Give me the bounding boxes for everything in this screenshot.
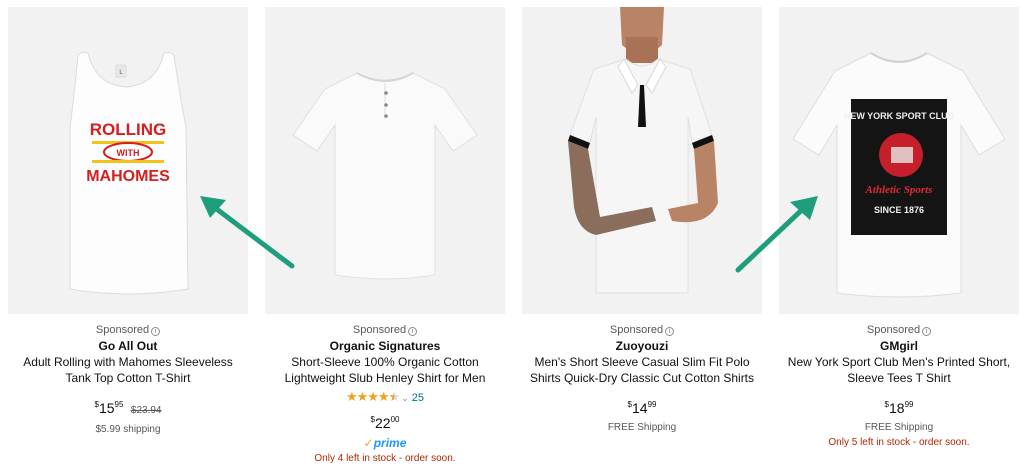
brand-name[interactable]: Go All Out — [8, 338, 248, 354]
print-line-1: ROLLING — [90, 120, 167, 139]
product-grid: L ROLLING WITH MAHOMES Sponsored i Go All… — [0, 0, 1024, 464]
print-line-3: MAHOMES — [86, 168, 170, 185]
sponsored-label[interactable]: Sponsored i — [8, 323, 248, 337]
price-row: $1595 $23.94 — [8, 396, 248, 420]
price-row: $1899 — [779, 396, 1019, 418]
check-icon: ✓ — [363, 436, 374, 450]
product-image[interactable] — [265, 7, 505, 314]
sponsored-label[interactable]: Sponsored i — [522, 323, 762, 337]
product-card[interactable]: Sponsored i Organic Signatures Short-Slee… — [265, 7, 505, 464]
print-line-2: WITH — [117, 148, 140, 158]
product-title[interactable]: Adult Rolling with Mahomes Sleeveless Ta… — [8, 354, 248, 386]
info-icon[interactable]: i — [151, 327, 161, 336]
price[interactable]: $1899 — [885, 396, 914, 417]
annotation-arrow-2 — [735, 196, 818, 273]
product-title[interactable]: New York Sport Club Men's Printed Short,… — [779, 354, 1019, 386]
shipping-info: FREE Shipping — [864, 422, 934, 433]
stock-warning: Only 4 left in stock - order soon. — [314, 453, 456, 464]
product-card[interactable]: Sponsored i Zuoyouzi Men's Short Sleeve C… — [522, 7, 762, 457]
shipping-info: $5.99 shipping — [95, 424, 161, 435]
price[interactable]: $1499 — [628, 396, 657, 417]
rating-count[interactable]: 25 — [412, 392, 424, 404]
info-icon[interactable]: i — [922, 327, 932, 336]
brand-name[interactable]: GMgirl — [779, 338, 1019, 354]
price[interactable]: $1595 — [95, 396, 124, 417]
annotation-arrow-1 — [200, 196, 295, 269]
star-rating-icon[interactable]: ★★★★★★ — [346, 389, 400, 404]
prime-badge: ✓prime — [363, 436, 407, 450]
info-icon[interactable]: i — [408, 327, 418, 336]
price[interactable]: $2200 — [371, 411, 400, 432]
chevron-down-icon[interactable]: ⌄ — [401, 393, 409, 403]
product-image[interactable] — [522, 7, 762, 314]
sponsored-label[interactable]: Sponsored i — [779, 323, 1019, 337]
list-price: $23.94 — [130, 405, 162, 416]
brand-name[interactable]: Zuoyouzi — [522, 338, 762, 354]
price-row: $1499 — [522, 396, 762, 418]
print-line-2: Athletic Sports — [865, 184, 933, 196]
price-row: $2200 — [265, 411, 505, 433]
product-title[interactable]: Men's Short Sleeve Casual Slim Fit Polo … — [522, 354, 762, 386]
rating[interactable]: ★★★★★★⌄25 — [265, 390, 505, 405]
info-icon[interactable]: i — [665, 327, 675, 336]
stock-warning: Only 5 left in stock - order soon. — [828, 437, 970, 448]
print-line-3: SINCE 1876 — [874, 205, 924, 215]
sponsored-label[interactable]: Sponsored i — [265, 323, 505, 337]
brand-name[interactable]: Organic Signatures — [265, 338, 505, 354]
product-title[interactable]: Short-Sleeve 100% Organic Cotton Lightwe… — [265, 354, 505, 386]
shipping-info: FREE Shipping — [607, 422, 677, 433]
print-line-1: NEW YORK SPORT CLUB — [844, 111, 955, 121]
